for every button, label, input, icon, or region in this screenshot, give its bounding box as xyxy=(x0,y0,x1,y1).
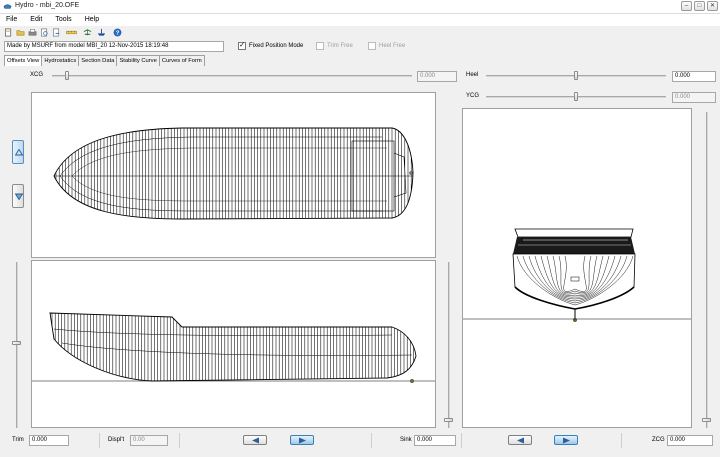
heel-slider-row: Heel 0.000 xyxy=(462,70,720,82)
next-button[interactable] xyxy=(290,435,314,445)
tab-stability-curve[interactable]: Stability Curve xyxy=(116,55,160,66)
menu-edit[interactable]: Edit xyxy=(30,14,42,26)
zcg-cell: ZCG 0.000 xyxy=(622,433,720,448)
previous-button[interactable] xyxy=(243,435,267,445)
trim-free-checkbox[interactable]: Trim Free xyxy=(316,42,353,50)
hull-plan-view xyxy=(53,127,414,220)
checkmark-icon[interactable]: ✓ xyxy=(238,42,246,50)
ycg-value-field[interactable]: 0.000 xyxy=(672,92,716,103)
trim-value-field[interactable]: 0.000 xyxy=(29,435,69,446)
displacement-value-field[interactable]: 0.00 xyxy=(130,435,168,446)
export-icon[interactable] xyxy=(52,28,61,37)
trim-cell: Trim 0.000 xyxy=(0,433,100,448)
ycg-slider-thumb[interactable] xyxy=(574,92,578,101)
right-vertical-slider-track[interactable] xyxy=(448,262,450,428)
close-button[interactable]: ✕ xyxy=(707,1,718,11)
fixed-position-checkbox[interactable]: ✓ Fixed Position Mode xyxy=(238,42,303,50)
xcg-slider-row: XCG 0.000 xyxy=(0,70,460,82)
body-plan-panel xyxy=(462,108,692,428)
arrow-left-icon xyxy=(517,437,524,444)
open-folder-icon[interactable] xyxy=(16,28,25,37)
ruler-icon[interactable] xyxy=(66,28,77,37)
trim-free-label: Trim Free xyxy=(327,43,353,49)
body-next-button[interactable] xyxy=(554,435,578,445)
menu-help[interactable]: Help xyxy=(85,14,99,26)
trim-label: Trim xyxy=(12,437,24,443)
heel-value-field[interactable]: 0.000 xyxy=(672,71,716,82)
tab-hydrostatics[interactable]: Hydrostatics xyxy=(41,55,80,66)
new-file-icon[interactable] xyxy=(4,28,13,37)
print-icon[interactable] xyxy=(28,28,37,37)
svg-text:?: ? xyxy=(116,31,120,37)
tab-offsets-view[interactable]: Offsets View xyxy=(4,55,43,66)
toolbar: ? xyxy=(0,26,720,39)
tab-curves-of-form[interactable]: Curves of Form xyxy=(158,55,205,66)
print-preview-icon[interactable] xyxy=(40,28,49,37)
sink-cell: Sink 0.000 xyxy=(372,433,462,448)
scroll-up-button[interactable] xyxy=(12,140,24,164)
ship-icon[interactable] xyxy=(97,28,106,37)
title-bar: Hydro - mbi_20.OFE – □ ✕ xyxy=(0,0,720,14)
plan-view-panel xyxy=(31,92,436,258)
hull-balance-icon[interactable] xyxy=(83,28,92,37)
tab-section-data[interactable]: Section Data xyxy=(78,55,118,66)
zcg-label: ZCG xyxy=(652,437,665,443)
trim-free-box[interactable] xyxy=(316,42,324,50)
tab-strip: Offsets View Hydrostatics Section Data S… xyxy=(4,55,205,66)
body-plan-vertical-track[interactable] xyxy=(706,112,708,428)
maximize-button[interactable]: □ xyxy=(694,1,705,11)
menu-file[interactable]: File xyxy=(6,14,17,26)
side-vertical-slider-thumb[interactable] xyxy=(12,341,21,345)
arrow-left-icon xyxy=(252,437,259,444)
displacement-cell: Displ't 0.00 xyxy=(100,433,180,448)
hull-body-plan-view xyxy=(463,228,691,322)
xcg-value-field[interactable]: 0.000 xyxy=(417,71,457,82)
sink-label: Sink xyxy=(400,437,412,443)
minimize-button[interactable]: – xyxy=(681,1,692,11)
arrow-right-icon xyxy=(563,437,570,444)
body-nav-cell xyxy=(462,433,622,448)
fixed-position-label: Fixed Position Mode xyxy=(249,43,304,49)
menu-tools[interactable]: Tools xyxy=(55,14,71,26)
app-icon xyxy=(3,4,12,9)
zcg-value-field[interactable]: 0.000 xyxy=(667,435,713,446)
help-icon[interactable]: ? xyxy=(113,28,122,37)
nav-cell xyxy=(180,433,372,448)
hull-profile-view xyxy=(32,312,435,383)
triangle-up-icon xyxy=(15,149,23,156)
heel-free-label: Heel Free xyxy=(379,43,406,49)
body-previous-button[interactable] xyxy=(508,435,532,445)
triangle-down-icon xyxy=(15,193,23,200)
info-bar: Made by MSURF from model MBI_20 12-Nov-2… xyxy=(0,39,720,54)
heel-free-box[interactable] xyxy=(368,42,376,50)
sink-value-field[interactable]: 0.000 xyxy=(414,435,456,446)
xcg-label: XCG xyxy=(30,72,44,78)
heel-slider-thumb[interactable] xyxy=(574,71,578,80)
menu-bar: File Edit Tools Help xyxy=(0,14,720,26)
xcg-slider-track[interactable] xyxy=(52,75,412,77)
side-vertical-slider-track[interactable] xyxy=(16,262,18,428)
right-vertical-slider-thumb[interactable] xyxy=(444,418,453,422)
scroll-down-button[interactable] xyxy=(12,184,24,208)
model-description-field[interactable]: Made by MSURF from model MBI_20 12-Nov-2… xyxy=(4,41,224,52)
ycg-slider-row: YCG 0.000 xyxy=(462,91,720,103)
profile-view-panel xyxy=(31,260,436,428)
arrow-right-icon xyxy=(299,437,306,444)
window-title: Hydro - mbi_20.OFE xyxy=(15,2,80,9)
ycg-label: YCG xyxy=(466,93,480,99)
body-plan-vertical-thumb[interactable] xyxy=(702,418,711,422)
heel-label: Heel xyxy=(466,72,479,78)
displacement-label: Displ't xyxy=(108,437,125,443)
heel-free-checkbox[interactable]: Heel Free xyxy=(368,42,405,50)
xcg-slider-thumb[interactable] xyxy=(65,71,69,80)
